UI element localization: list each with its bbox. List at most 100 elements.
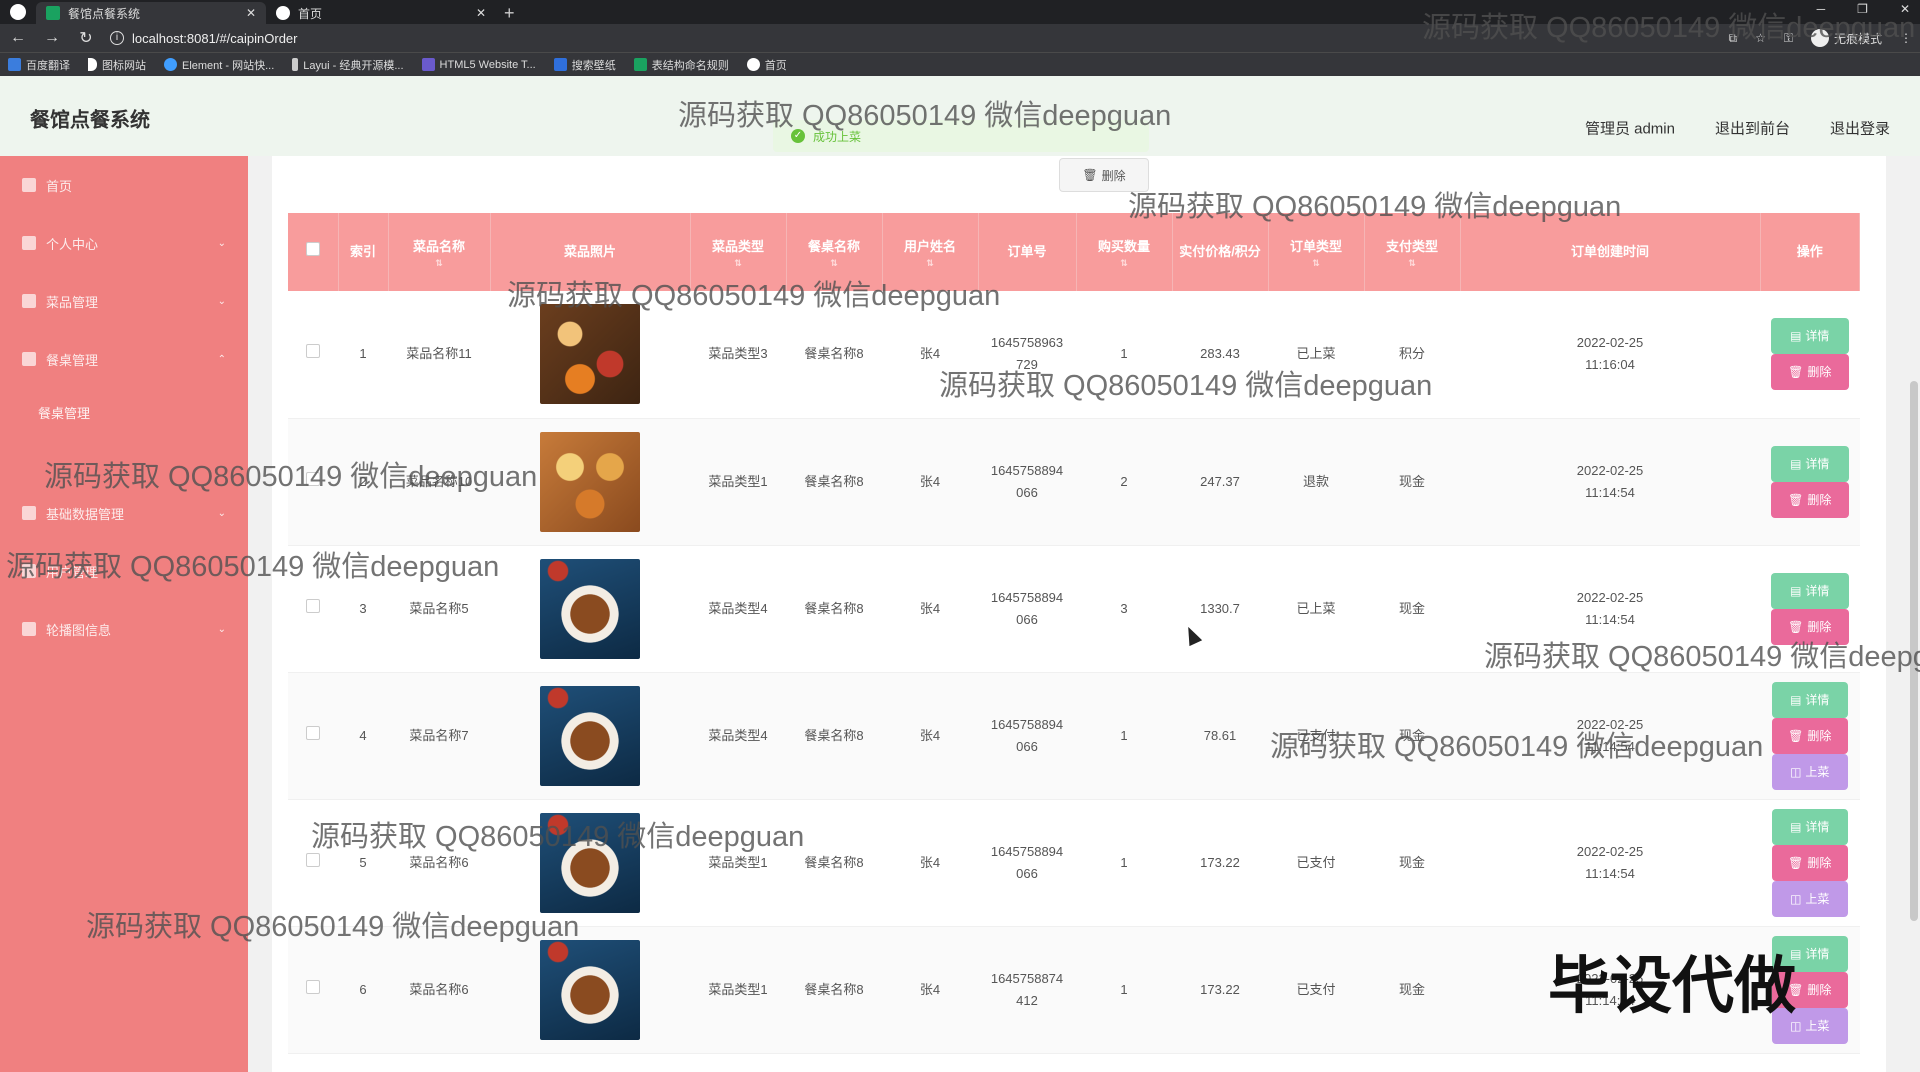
sidebar-item-profile[interactable]: 个人中心 ⌄	[0, 214, 248, 272]
delete-button[interactable]: 🗑 删除	[1771, 844, 1848, 881]
bookmark-item[interactable]: Element - 网站快...	[164, 57, 274, 73]
row-select-cell[interactable]	[288, 545, 338, 673]
select-all-checkbox[interactable]	[305, 242, 320, 256]
row-checkbox[interactable]	[306, 725, 320, 740]
sidebar-item-users[interactable]: 用户管理	[0, 542, 248, 600]
detail-button[interactable]: ▤ 详情	[1771, 681, 1848, 718]
col-header[interactable]: 菜品名称 ⇅	[388, 213, 491, 291]
col-header[interactable]: 支付类型 ⇅	[1364, 213, 1461, 291]
sidebar-item-basic-data[interactable]: 基础数据管理 ⌄	[0, 484, 248, 542]
document-icon: ▤	[1790, 456, 1802, 471]
row-select-cell[interactable]	[288, 799, 338, 927]
detail-button[interactable]: ▤ 详情	[1770, 318, 1849, 355]
dish-photo[interactable]	[540, 304, 640, 405]
reload-icon[interactable]: ↻	[76, 28, 96, 48]
row-select-cell[interactable]	[288, 926, 338, 1054]
vertical-scrollbar[interactable]	[1910, 381, 1918, 921]
trash-icon: 🗑	[1788, 619, 1804, 634]
dish-photo[interactable]	[540, 685, 640, 786]
restore-icon[interactable]: ❐	[1857, 2, 1868, 16]
sidebar-item-home[interactable]: 首页	[0, 156, 248, 214]
sort-icon[interactable]: ⇅	[691, 258, 786, 268]
bookmark-item[interactable]: Layui - 经典开源模...	[292, 57, 404, 73]
dish-photo[interactable]	[540, 431, 640, 532]
delete-button[interactable]: 🗑 删除	[1771, 717, 1848, 754]
detail-button[interactable]: ▤ 详情	[1770, 445, 1849, 482]
dish-photo[interactable]	[540, 812, 640, 913]
row-checkbox[interactable]	[306, 852, 320, 867]
col-header[interactable]: 订单创建时间	[1460, 213, 1761, 291]
cell-pay-type: 现金	[1364, 545, 1460, 673]
row-checkbox[interactable]	[306, 344, 320, 359]
cell-pay-type: 积分	[1364, 291, 1460, 419]
dish-photo[interactable]	[540, 939, 640, 1040]
col-header[interactable]: 餐桌名称 ⇅	[786, 213, 883, 291]
row-select-cell[interactable]	[288, 672, 338, 800]
profile-button[interactable]: 无痕模式	[1810, 29, 1882, 47]
delete-button[interactable]: 🗑 删除	[1770, 354, 1849, 391]
more-menu-icon[interactable]: ⋮	[1900, 31, 1912, 45]
row-select-cell[interactable]	[288, 418, 338, 546]
database-icon	[22, 506, 36, 520]
translate-icon[interactable]: ⧉	[1729, 31, 1738, 46]
trash-icon: 🗑	[1788, 855, 1804, 870]
delete-button[interactable]: 🗑 删除	[1770, 608, 1849, 645]
watermark-stamp: 毕设代做	[1548, 952, 1797, 1021]
dish-photo[interactable]	[540, 558, 640, 659]
cell-dish-name: 菜品名称6	[388, 799, 490, 927]
bookmark-star-icon[interactable]: ☆	[1755, 31, 1766, 45]
sort-icon[interactable]: ⇅	[1077, 258, 1172, 268]
bookmark-item[interactable]: 搜索壁纸	[553, 57, 616, 73]
bookmark-item[interactable]: 表结构命名规则	[633, 57, 729, 73]
url-field[interactable]: i localhost:8081/#/caipinOrder	[110, 31, 298, 46]
sort-icon[interactable]: ⇅	[883, 258, 978, 268]
serve-button[interactable]: ◫ 上菜	[1771, 880, 1848, 917]
header-links: 管理员 admin 退出到前台 退出登录	[1585, 118, 1890, 139]
browser-tab[interactable]: 首页 ✕	[266, 2, 496, 24]
sidebar-subitem-tables[interactable]: 餐桌管理	[0, 388, 248, 436]
sidebar-item-carousel[interactable]: 轮播图信息 ⌄	[0, 600, 248, 658]
back-to-frontend-link[interactable]: 退出到前台	[1715, 118, 1790, 139]
delete-button[interactable]: 🗑 删除	[1770, 481, 1849, 518]
col-header[interactable]: 订单类型 ⇅	[1268, 213, 1365, 291]
minimize-icon[interactable]: ─	[1817, 2, 1826, 16]
new-tab-icon[interactable]: +	[496, 2, 523, 24]
cell-dish-name: 菜品名称11	[388, 291, 490, 419]
bookmark-item[interactable]: 首页	[746, 57, 787, 73]
batch-delete-button[interactable]: 🗑 删除	[1059, 158, 1149, 192]
sort-icon[interactable]: ⇅	[1269, 258, 1364, 268]
sidebar-subitem-blank[interactable]	[0, 436, 248, 484]
row-checkbox[interactable]	[306, 598, 320, 613]
forward-icon[interactable]: →	[42, 29, 62, 47]
key-icon[interactable]: ⚿	[1784, 31, 1793, 46]
bookmark-item[interactable]: 百度翻译	[8, 57, 70, 73]
sort-icon[interactable]: ⇅	[787, 258, 882, 268]
col-header[interactable]: 菜品类型 ⇅	[690, 213, 787, 291]
detail-button[interactable]: ▤ 详情	[1770, 572, 1849, 609]
tab-close-icon[interactable]: ✕	[476, 6, 486, 20]
col-header[interactable]: 实付价格/积分	[1172, 213, 1269, 291]
row-select-cell[interactable]	[288, 291, 338, 419]
row-checkbox[interactable]	[306, 979, 320, 994]
sidebar-item-tables[interactable]: 餐桌管理 ⌃	[0, 330, 248, 388]
serve-button[interactable]: ◫ 上菜	[1771, 753, 1848, 790]
bookmark-item[interactable]: 图标网站	[88, 57, 146, 73]
col-header[interactable]: 菜品照片	[490, 213, 691, 291]
col-header[interactable]: 购买数量 ⇅	[1076, 213, 1173, 291]
window-close-icon[interactable]: ✕	[1900, 2, 1910, 16]
browser-tab-active[interactable]: 餐馆点餐系统 ✕	[36, 2, 266, 24]
browser-menu-icon[interactable]	[10, 4, 26, 20]
detail-button[interactable]: ▤ 详情	[1771, 808, 1848, 845]
col-header[interactable]: 订单号	[978, 213, 1077, 291]
sort-icon[interactable]: ⇅	[1365, 258, 1460, 268]
logout-link[interactable]: 退出登录	[1830, 118, 1890, 139]
sidebar-item-dishes[interactable]: 菜品管理 ⌄	[0, 272, 248, 330]
site-info-icon[interactable]: i	[110, 31, 124, 45]
bookmark-item[interactable]: HTML5 Website T...	[421, 58, 536, 71]
row-checkbox[interactable]	[306, 471, 320, 486]
select-all-cell[interactable]	[288, 213, 339, 291]
sort-icon[interactable]: ⇅	[389, 258, 490, 268]
back-icon[interactable]: ←	[8, 29, 28, 47]
col-header[interactable]: 用户姓名 ⇅	[882, 213, 979, 291]
tab-close-icon[interactable]: ✕	[246, 6, 256, 20]
